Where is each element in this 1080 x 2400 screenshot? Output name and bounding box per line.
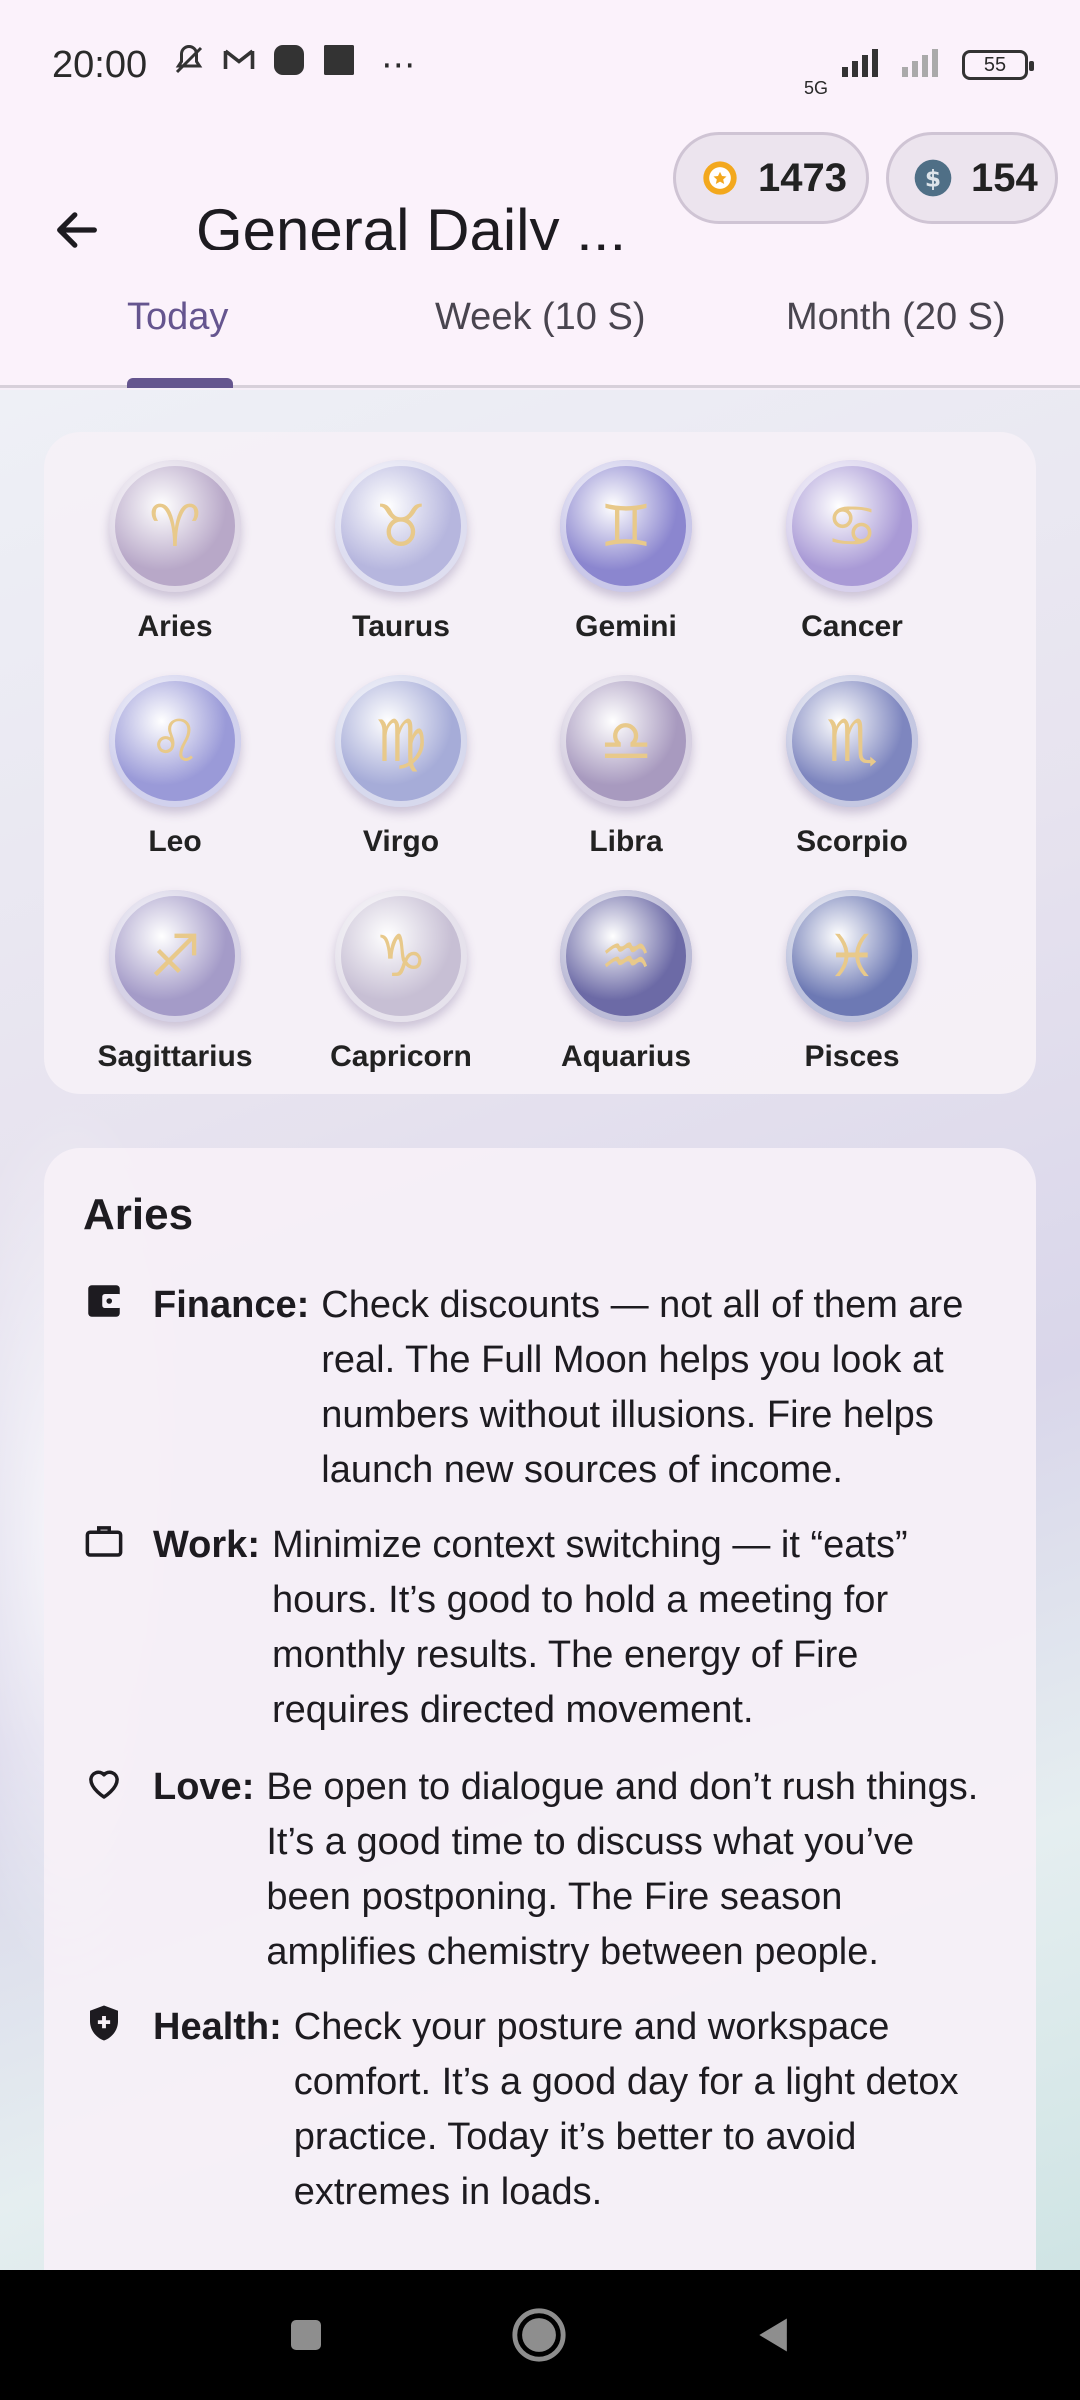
status-bar: 20:00 ⋯ 5G 55 (0, 0, 1080, 130)
arrow-left-icon (57, 212, 97, 248)
status-time: 20:00 (52, 43, 148, 86)
sign-label: Virgo (362, 825, 440, 858)
battery-level: 55 (983, 53, 1007, 76)
tab-week[interactable]: Week (10 S) (435, 296, 645, 339)
sign-capricorn[interactable]: ♑ Capricorn (301, 890, 501, 1074)
tab-today[interactable]: Today (127, 296, 228, 339)
dollar-coin-icon: $ (913, 158, 953, 198)
home-circle-icon (512, 2308, 566, 2362)
leo-icon: ♌ (109, 675, 241, 807)
love-row: Love: Be open to dialogue and don’t rush… (83, 1760, 994, 1980)
sign-label: Aries (137, 610, 213, 643)
system-nav-bar (0, 2270, 1080, 2400)
sign-virgo[interactable]: ♍ Virgo (301, 675, 501, 859)
virgo-icon: ♍ (335, 675, 467, 807)
gmail-icon (221, 42, 257, 88)
sign-label: Gemini (575, 610, 677, 643)
gemini-icon: ♊ (560, 460, 692, 592)
app-notification-icon (321, 42, 357, 88)
coins-badge[interactable]: $ 154 (886, 132, 1058, 224)
battery-icon: 55 (962, 50, 1034, 80)
health-row: Health: Check your posture and workspace… (83, 2000, 984, 2220)
app-notification-icon (271, 42, 307, 88)
cancer-icon: ♋ (786, 460, 918, 592)
zodiac-grid: ♈ Aries ♉ Taurus ♊ Gemini ♋ Cancer ♌ Leo… (44, 432, 1036, 1094)
triangle-back-icon (759, 2318, 787, 2352)
back-nav-button[interactable] (741, 2302, 807, 2368)
scorpio-icon: ♏ (786, 675, 918, 807)
sign-scorpio[interactable]: ♏ Scorpio (752, 675, 952, 859)
recents-button[interactable] (273, 2302, 339, 2368)
tab-indicator (127, 378, 233, 388)
sign-label: Cancer (801, 610, 903, 643)
score-badge[interactable]: 1473 (673, 132, 869, 224)
pisces-icon: ♓ (786, 890, 918, 1022)
finance-row: Finance: Check discounts — not all of th… (83, 1278, 993, 1498)
libra-icon: ♎ (560, 675, 692, 807)
work-label: Work: (153, 1524, 260, 1566)
sign-label: Leo (148, 825, 202, 858)
sign-aries[interactable]: ♈ Aries (75, 460, 275, 644)
capricorn-icon: ♑ (335, 890, 467, 1022)
signal-weak-icon (902, 44, 948, 87)
home-button[interactable] (506, 2302, 572, 2368)
more-notifications-icon: ⋯ (381, 46, 416, 84)
finance-text: Check discounts — not all of them are re… (321, 1284, 964, 1491)
health-text: Check your posture and workspace comfort… (293, 2006, 959, 2213)
svg-text:$: $ (925, 164, 941, 192)
heart-icon (83, 1762, 129, 1808)
aries-icon: ♈ (109, 460, 241, 592)
sign-label: Aquarius (560, 1040, 692, 1073)
sign-gemini[interactable]: ♊ Gemini (526, 460, 726, 644)
health-label: Health: (153, 2006, 282, 2048)
aquarius-icon: ♒ (560, 890, 692, 1022)
coins-value: 154 (971, 155, 1038, 200)
briefcase-icon (83, 1520, 129, 1566)
selected-sign-title: Aries (83, 1190, 194, 1239)
sign-label: Taurus (352, 610, 450, 643)
love-label: Love: (153, 1766, 255, 1808)
shield-plus-icon (83, 2002, 129, 2048)
sign-label: Capricorn (330, 1040, 472, 1073)
finance-label: Finance: (153, 1284, 310, 1326)
sign-leo[interactable]: ♌ Leo (75, 675, 275, 859)
period-tabs: Today Week (10 S) Month (20 S) (0, 250, 1080, 388)
signal-icon (842, 44, 888, 87)
wallet-icon (83, 1280, 129, 1326)
square-icon (291, 2320, 321, 2350)
sign-sagittarius[interactable]: ♐ Sagittarius (75, 890, 275, 1074)
tab-month[interactable]: Month (20 S) (786, 296, 1006, 339)
sign-taurus[interactable]: ♉ Taurus (301, 460, 501, 644)
award-medal-icon (700, 158, 740, 198)
horoscope-card: Aries Finance: Check discounts — not all… (44, 1148, 1036, 2278)
sign-libra[interactable]: ♎ Libra (526, 675, 726, 859)
love-text: Be open to dialogue and don’t rush thing… (266, 1766, 979, 1973)
score-value: 1473 (758, 155, 847, 200)
taurus-icon: ♉ (335, 460, 467, 592)
silent-mode-icon (171, 42, 207, 88)
work-row: Work: Minimize context switching — it “e… (83, 1518, 992, 1738)
work-text: Minimize context switching — it “eats” h… (271, 1524, 908, 1731)
sign-cancer[interactable]: ♋ Cancer (752, 460, 952, 644)
sign-label: Sagittarius (97, 1040, 253, 1073)
network-type: 5G (803, 77, 828, 98)
sign-label: Pisces (804, 1040, 900, 1073)
sign-label: Scorpio (796, 825, 908, 858)
sign-label: Libra (589, 825, 663, 858)
sagittarius-icon: ♐ (109, 890, 241, 1022)
sign-aquarius[interactable]: ♒ Aquarius (526, 890, 726, 1074)
sign-pisces[interactable]: ♓ Pisces (752, 890, 952, 1074)
